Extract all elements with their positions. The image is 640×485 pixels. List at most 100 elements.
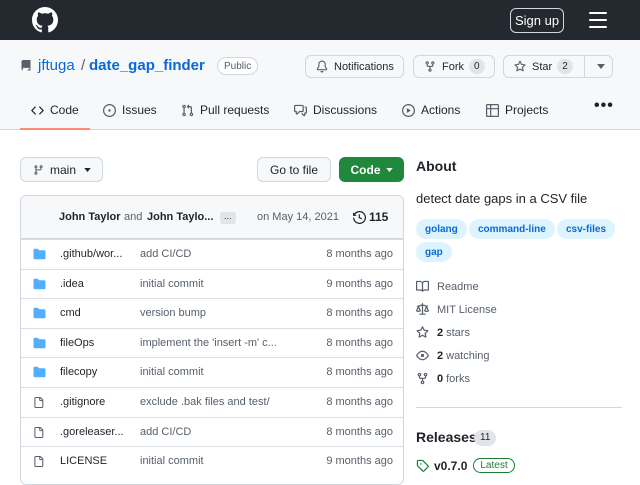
- file-row[interactable]: LICENSE initial commit 9 months ago: [21, 446, 403, 476]
- repo-owner-link[interactable]: jftuga: [38, 57, 75, 74]
- topic-tag[interactable]: golang: [416, 219, 467, 239]
- table-icon: [486, 104, 499, 117]
- tab-code[interactable]: Code: [20, 95, 90, 130]
- file-commit-age: 8 months ago: [326, 248, 393, 260]
- go-to-file-button[interactable]: Go to file: [257, 157, 331, 182]
- about-heading: About: [416, 158, 457, 174]
- topic-tag[interactable]: command-line: [469, 219, 555, 239]
- file-commit-message[interactable]: initial commit: [140, 455, 290, 467]
- fork-label: Fork: [442, 60, 464, 73]
- file-name-link[interactable]: .github/wor...: [60, 248, 134, 260]
- license-link[interactable]: MIT License: [416, 303, 497, 316]
- file-commit-age: 9 months ago: [326, 277, 393, 290]
- watching-count: 2: [437, 349, 444, 362]
- triangle-down-icon: [596, 64, 605, 69]
- file-commit-message[interactable]: add CI/CD: [140, 426, 290, 438]
- commit-count: 115: [369, 210, 389, 224]
- file-commit-age: 9 months ago: [326, 455, 393, 468]
- repo-path-separator: /: [81, 57, 86, 74]
- bell-icon: [316, 60, 328, 73]
- file-browser: John Taylor and John Taylo... ... on May…: [20, 195, 404, 485]
- file-name-link[interactable]: cmd: [60, 307, 134, 319]
- commit-message-expander[interactable]: ...: [220, 212, 236, 224]
- book-icon: [416, 280, 429, 292]
- commit-author-separator: and: [124, 211, 143, 223]
- file-row[interactable]: filecopy initial commit 8 months ago: [21, 357, 403, 387]
- star-count: 2: [557, 59, 573, 74]
- repo-name-link[interactable]: date_gap_finder: [89, 57, 205, 74]
- file-row[interactable]: .idea initial commit 9 months ago: [21, 268, 403, 299]
- file-name-link[interactable]: .gitignore: [60, 396, 134, 408]
- fork-icon: [425, 61, 435, 72]
- tab-issues[interactable]: Issues: [103, 95, 157, 130]
- file-commit-age: 8 months ago: [326, 396, 393, 408]
- latest-release-link[interactable]: v0.7.0 Latest: [416, 458, 515, 473]
- repo-description: detect date gaps in a CSV file: [416, 191, 588, 206]
- topic-tag[interactable]: gap: [416, 242, 452, 262]
- file-name-link[interactable]: LICENSE: [60, 455, 134, 467]
- file-name-link[interactable]: .goreleaser...: [60, 426, 134, 438]
- file-row[interactable]: .gitignore exclude .bak files and test/8 …: [21, 387, 403, 417]
- law-icon: [416, 303, 429, 315]
- commit-coauthor[interactable]: John Taylo...: [147, 211, 213, 223]
- file-icon: [33, 396, 44, 412]
- readme-label: Readme: [437, 280, 479, 293]
- file-name-link[interactable]: .idea: [60, 278, 134, 290]
- sidebar-divider: [416, 407, 622, 408]
- file-name-link[interactable]: fileOps: [60, 337, 134, 349]
- fork-count: 0: [469, 59, 485, 74]
- file-row[interactable]: cmd version bump 8 months ago: [21, 298, 403, 328]
- file-commit-message[interactable]: add CI/CD: [140, 248, 290, 260]
- sign-up-button[interactable]: Sign up: [510, 8, 564, 33]
- branch-name: main: [50, 162, 77, 177]
- commit-author[interactable]: John Taylor: [59, 211, 121, 223]
- more-tabs-button[interactable]: •••: [594, 95, 614, 130]
- tab-projects[interactable]: Projects: [486, 95, 548, 130]
- branch-selector[interactable]: main: [20, 157, 103, 182]
- forks-link[interactable]: 0 forks: [416, 372, 470, 385]
- star-button[interactable]: Star 2: [503, 55, 585, 78]
- github-logo-icon[interactable]: [32, 7, 58, 33]
- watchers-link[interactable]: 2 watching: [416, 349, 490, 362]
- tab-actions[interactable]: Actions: [402, 95, 460, 130]
- eye-icon: [416, 350, 429, 361]
- releases-heading[interactable]: Releases: [416, 429, 477, 445]
- file-commit-message[interactable]: implement the 'insert -m' c...: [140, 337, 290, 349]
- hamburger-menu-icon[interactable]: [589, 12, 607, 28]
- releases-count-badge: 11: [474, 430, 497, 446]
- file-name-link[interactable]: filecopy: [60, 366, 134, 378]
- release-version: v0.7.0: [434, 458, 468, 473]
- tab-discussions[interactable]: Discussions: [294, 95, 377, 130]
- file-row[interactable]: fileOps implement the 'insert -m' c... 8 m…: [21, 327, 403, 358]
- file-commit-message[interactable]: initial commit: [140, 278, 290, 290]
- commit-history-link[interactable]: 115: [353, 210, 388, 224]
- star-icon: [416, 326, 429, 338]
- tab-label: Issues: [122, 103, 157, 117]
- tab-pull-requests[interactable]: Pull requests: [181, 95, 269, 130]
- top-navigation-bar: Sign up: [0, 0, 640, 40]
- tag-icon: [416, 459, 429, 472]
- file-commit-age: 8 months ago: [326, 307, 393, 320]
- stars-link[interactable]: 2 stars: [416, 326, 470, 339]
- code-download-button[interactable]: Code: [339, 157, 404, 182]
- file-commit-message[interactable]: version bump: [140, 307, 290, 319]
- stars-label: stars: [446, 326, 470, 339]
- star-list-dropdown[interactable]: [584, 55, 613, 78]
- topic-tag[interactable]: csv-files: [557, 219, 616, 239]
- star-label: Star: [532, 60, 553, 73]
- latest-commit-bar: John Taylor and John Taylo... ... on May…: [21, 196, 403, 239]
- readme-link[interactable]: Readme: [416, 280, 479, 293]
- tab-label: Discussions: [313, 103, 378, 117]
- file-commit-message[interactable]: initial commit: [140, 366, 290, 378]
- file-commit-message[interactable]: exclude .bak files and test/: [140, 396, 290, 408]
- file-row[interactable]: .github/wor... add CI/CD 8 months ago: [21, 239, 403, 269]
- commit-date: on May 14, 2021: [257, 211, 339, 223]
- file-commit-age: 8 months ago: [326, 425, 393, 438]
- fork-icon: [417, 372, 428, 385]
- file-row[interactable]: .goreleaser... add CI/CD 8 months ago: [21, 416, 403, 447]
- issue-icon: [103, 104, 116, 117]
- play-icon: [402, 104, 415, 117]
- notifications-button[interactable]: Notifications: [305, 55, 404, 78]
- folder-icon: [33, 248, 46, 263]
- fork-button[interactable]: Fork 0: [413, 55, 495, 78]
